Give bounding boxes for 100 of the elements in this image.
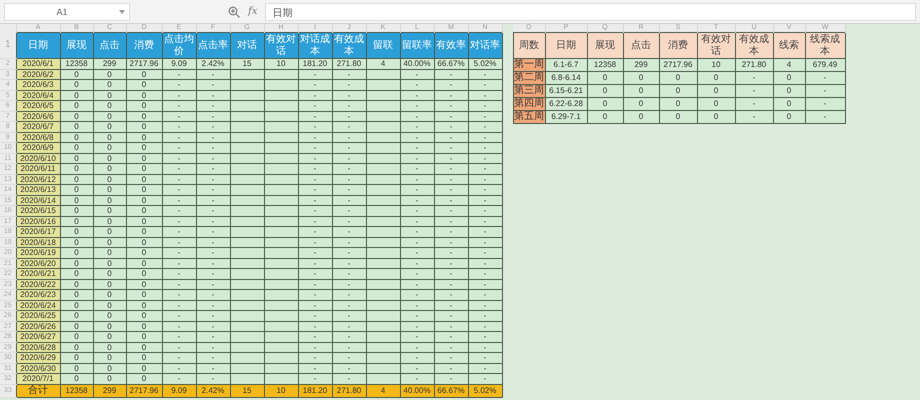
column-header: 展现 — [60, 32, 93, 58]
row-label: 2020/6/21 — [16, 268, 60, 279]
column-header: 线索成本 — [805, 32, 845, 58]
table-cell: 0 — [697, 98, 735, 110]
table-cell: 299 — [93, 384, 126, 397]
column-header: 有效对话 — [264, 32, 298, 58]
table-cell: - — [735, 72, 773, 84]
table-cell: - — [735, 110, 773, 124]
row-label: 2020/6/29 — [16, 352, 60, 363]
column-header: 留联率 — [400, 32, 434, 58]
table-cell: - — [805, 98, 845, 110]
row-label: 2020/6/25 — [16, 310, 60, 321]
column-header: 日期 — [16, 32, 60, 58]
row-label: 第二周 — [513, 72, 545, 84]
table-cell: 0 — [623, 110, 659, 124]
table-cell: 0 — [659, 110, 697, 124]
table-cell: 0 — [659, 72, 697, 84]
table-cell: 0 — [623, 98, 659, 110]
row-label: 2020/6/3 — [16, 80, 60, 90]
table-cell: 271.80 — [735, 58, 773, 72]
row-label: 2020/6/14 — [16, 195, 60, 206]
column-header: 有效成本 — [332, 32, 366, 58]
table-cell: 0 — [659, 98, 697, 110]
row-label: 2020/6/16 — [16, 216, 60, 226]
table-cell: 0 — [697, 84, 735, 98]
row-label: 第五周 — [513, 110, 545, 124]
table-cell: 0 — [623, 84, 659, 98]
row-label: 2020/6/7 — [16, 122, 60, 132]
table-cell: 679.49 — [805, 58, 845, 72]
row-label: 2020/6/5 — [16, 100, 60, 111]
column-header: 对话 — [230, 32, 264, 58]
row-label: 2020/6/19 — [16, 248, 60, 258]
table-cell: 2.42% — [196, 384, 230, 397]
row-number[interactable]: 1 — [0, 32, 16, 58]
table-cell: 0 — [587, 84, 623, 98]
row-label: 2020/6/17 — [16, 226, 60, 237]
row-label: 第四周 — [513, 98, 545, 110]
table-cell: 0 — [587, 72, 623, 84]
row-label: 2020/6/27 — [16, 332, 60, 342]
table-cell: 5.02% — [468, 384, 502, 397]
row-label: 2020/6/30 — [16, 363, 60, 374]
column-header: 点击 — [93, 32, 126, 58]
row-label: 2020/6/12 — [16, 174, 60, 184]
column-header: 周数 — [513, 32, 545, 58]
column-header: 有效成本 — [735, 32, 773, 58]
row-label: 2020/6/1 — [16, 58, 60, 69]
row-label: 2020/6/15 — [16, 206, 60, 216]
row-label: 2020/6/22 — [16, 279, 60, 290]
row-label: 2020/6/10 — [16, 153, 60, 164]
table-cell: 6.29-7.1 — [545, 110, 587, 124]
row-label: 2020/6/4 — [16, 90, 60, 100]
zoom-icon[interactable] — [228, 6, 240, 18]
column-header: 对话成本 — [298, 32, 332, 58]
table-cell: 0 — [587, 110, 623, 124]
row-label: 2020/6/26 — [16, 321, 60, 332]
row-label: 2020/7/1 — [16, 374, 60, 384]
table-cell: 181.20 — [298, 384, 332, 397]
column-header: 线索 — [773, 32, 805, 58]
row-label: 2020/6/28 — [16, 342, 60, 352]
row-label: 2020/6/9 — [16, 142, 60, 153]
table-cell: - — [805, 84, 845, 98]
table-cell: 10 — [264, 384, 298, 397]
column-header: 消费 — [126, 32, 162, 58]
table-cell: 0 — [623, 72, 659, 84]
table-cell: - — [735, 84, 773, 98]
name-box[interactable]: A1 — [4, 2, 130, 20]
table-cell: 299 — [623, 58, 659, 72]
row-label: 2020/6/11 — [16, 164, 60, 174]
column-header: 有效率 — [434, 32, 468, 58]
table-cell: - — [805, 72, 845, 84]
table-cell: 0 — [587, 98, 623, 110]
function-label[interactable]: fx — [248, 6, 258, 17]
table-cell: 6.8-6.14 — [545, 72, 587, 84]
caret-icon[interactable] — [119, 10, 125, 14]
table-cell: 10 — [697, 58, 735, 72]
row-label: 合计 — [16, 384, 60, 397]
row-label: 2020/6/18 — [16, 237, 60, 248]
column-header: 有效对话 — [697, 32, 735, 58]
table-cell: - — [735, 98, 773, 110]
table-cell: 271.80 — [332, 384, 366, 397]
column-header: 点击均价 — [162, 32, 196, 58]
table-cell: 6.1-6.7 — [545, 58, 587, 72]
row-label: 2020/6/24 — [16, 300, 60, 310]
row-label: 2020/6/6 — [16, 111, 60, 122]
row-label: 第三周 — [513, 84, 545, 98]
table-cell: 4 — [366, 384, 400, 397]
formula-field[interactable]: 日期 — [265, 2, 916, 20]
column-header: 消费 — [659, 32, 697, 58]
row-label: 2020/6/20 — [16, 258, 60, 268]
table-cell: 2717.96 — [659, 58, 697, 72]
row-label: 第一周 — [513, 58, 545, 72]
column-header: 留联 — [366, 32, 400, 58]
table-cell: 66.67% — [434, 384, 468, 397]
table-cell: 15 — [230, 384, 264, 397]
row-label: 2020/6/23 — [16, 290, 60, 300]
table-cell: 0 — [659, 84, 697, 98]
column-header: 展现 — [587, 32, 623, 58]
column-header: 日期 — [545, 32, 587, 58]
table-cell: 0 — [697, 110, 735, 124]
table-cell: 12358 — [60, 384, 93, 397]
